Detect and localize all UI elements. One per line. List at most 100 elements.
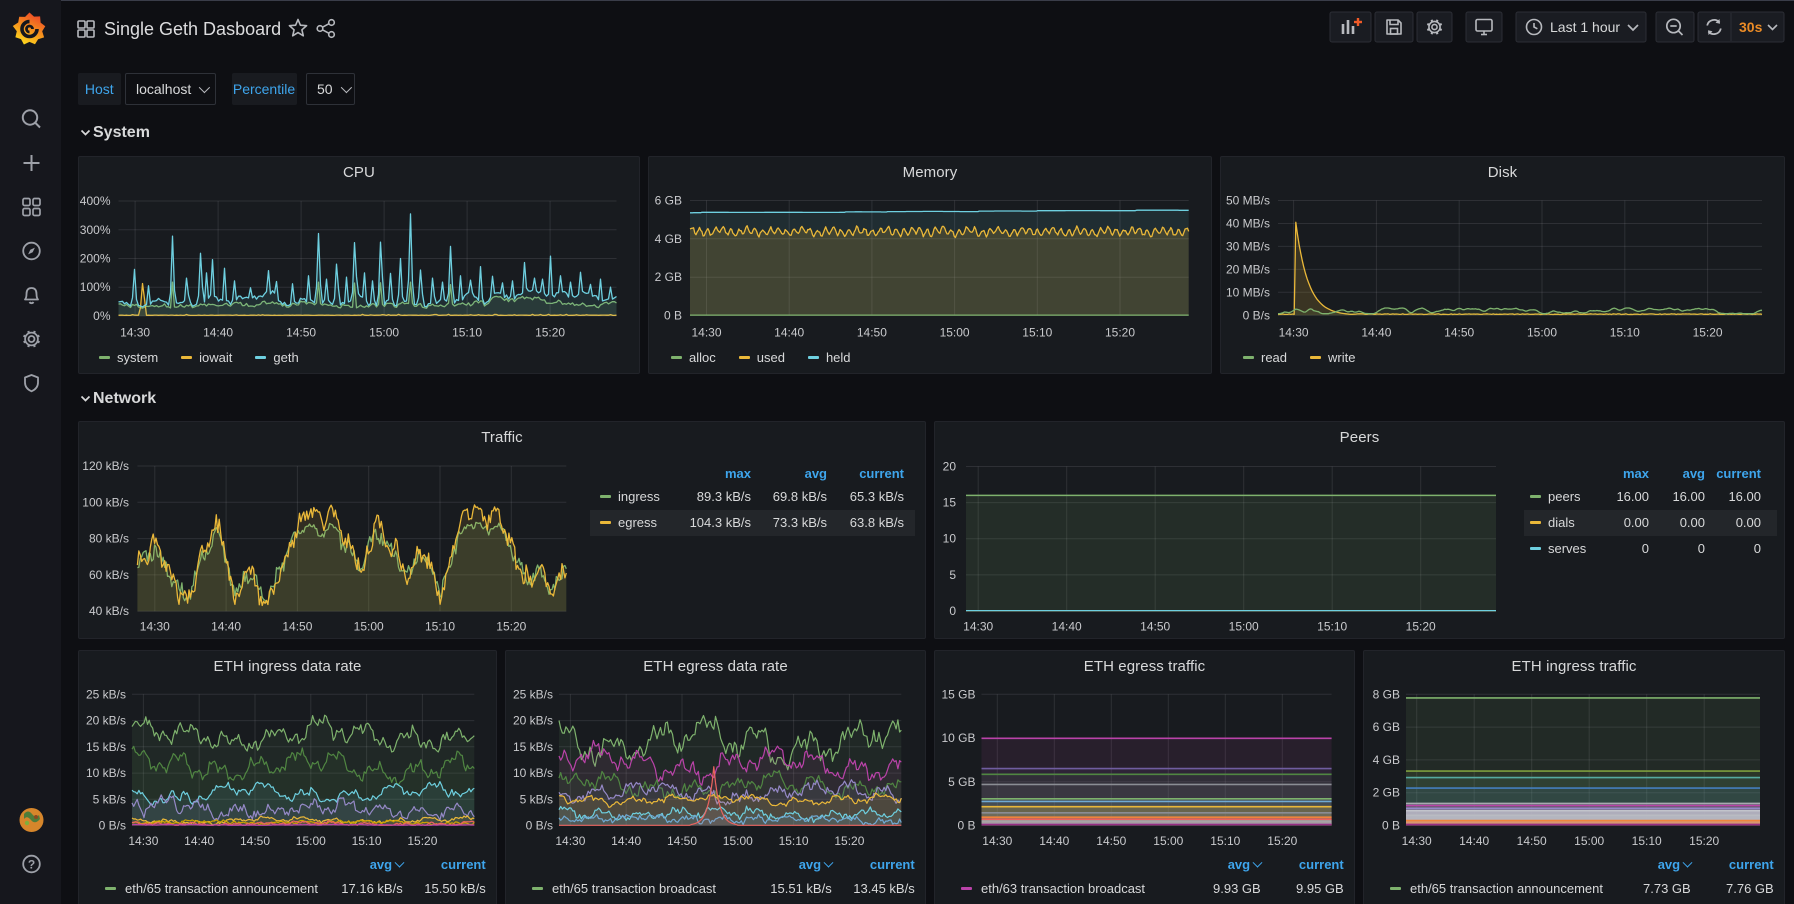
svg-text:0%: 0% (93, 309, 111, 323)
svg-text:0 B: 0 B (957, 819, 975, 833)
svg-text:5 GB: 5 GB (948, 775, 975, 789)
svg-text:15:10: 15:10 (1022, 326, 1052, 340)
svg-text:25 kB/s: 25 kB/s (86, 687, 126, 701)
svg-text:20 kB/s: 20 kB/s (513, 714, 553, 728)
svg-text:20 MB/s: 20 MB/s (1226, 262, 1270, 276)
svg-text:14:50: 14:50 (286, 326, 316, 340)
svg-text:15:20: 15:20 (496, 620, 526, 634)
svg-text:10 kB/s: 10 kB/s (513, 766, 553, 780)
svg-text:15:20: 15:20 (407, 834, 437, 848)
svg-text:5 kB/s: 5 kB/s (520, 792, 553, 806)
svg-text:15:10: 15:10 (425, 620, 455, 634)
svg-text:15:00: 15:00 (940, 326, 970, 340)
svg-text:15:00: 15:00 (354, 620, 384, 634)
svg-text:15:10: 15:10 (452, 326, 482, 340)
svg-text:14:40: 14:40 (1039, 834, 1069, 848)
svg-text:4 GB: 4 GB (655, 232, 682, 246)
svg-text:0 B/s: 0 B/s (99, 819, 126, 833)
svg-text:15:10: 15:10 (779, 834, 809, 848)
svg-text:15 GB: 15 GB (941, 687, 975, 701)
svg-text:14:40: 14:40 (1052, 620, 1082, 634)
svg-text:14:40: 14:40 (203, 326, 233, 340)
svg-text:120 kB/s: 120 kB/s (82, 459, 129, 473)
svg-text:15:00: 15:00 (369, 326, 399, 340)
svg-text:2 GB: 2 GB (1373, 786, 1400, 800)
svg-text:15:20: 15:20 (535, 326, 565, 340)
svg-text:14:50: 14:50 (1444, 326, 1474, 340)
svg-text:14:40: 14:40 (1361, 326, 1391, 340)
svg-text:15:20: 15:20 (1693, 326, 1723, 340)
svg-text:400%: 400% (80, 194, 111, 208)
svg-text:14:40: 14:40 (611, 834, 641, 848)
svg-text:14:30: 14:30 (1279, 326, 1309, 340)
svg-text:5: 5 (949, 568, 956, 582)
svg-text:15:10: 15:10 (352, 834, 382, 848)
svg-text:6 GB: 6 GB (655, 194, 682, 208)
svg-text:14:30: 14:30 (555, 834, 585, 848)
svg-text:14:30: 14:30 (128, 834, 158, 848)
svg-text:25 kB/s: 25 kB/s (513, 687, 553, 701)
svg-text:15:00: 15:00 (723, 834, 753, 848)
svg-text:20: 20 (943, 460, 957, 474)
svg-text:14:30: 14:30 (691, 326, 721, 340)
svg-text:15:00: 15:00 (1153, 834, 1183, 848)
svg-text:14:50: 14:50 (240, 834, 270, 848)
svg-text:14:50: 14:50 (857, 326, 887, 340)
svg-text:80 kB/s: 80 kB/s (89, 532, 129, 546)
svg-text:14:30: 14:30 (120, 326, 150, 340)
svg-text:14:30: 14:30 (1402, 834, 1432, 848)
svg-text:15:20: 15:20 (834, 834, 864, 848)
svg-text:15:00: 15:00 (1574, 834, 1604, 848)
svg-text:2 GB: 2 GB (655, 270, 682, 284)
svg-text:15:20: 15:20 (1689, 834, 1719, 848)
svg-text:14:50: 14:50 (1517, 834, 1547, 848)
svg-text:14:50: 14:50 (282, 620, 312, 634)
svg-text:0 B/s: 0 B/s (526, 819, 553, 833)
svg-text:14:40: 14:40 (1459, 834, 1489, 848)
svg-text:15:20: 15:20 (1267, 834, 1297, 848)
svg-text:5 kB/s: 5 kB/s (93, 792, 126, 806)
svg-text:10 kB/s: 10 kB/s (86, 766, 126, 780)
svg-text:15:00: 15:00 (296, 834, 326, 848)
svg-text:20 kB/s: 20 kB/s (86, 714, 126, 728)
svg-text:40 kB/s: 40 kB/s (89, 604, 129, 618)
svg-text:200%: 200% (80, 252, 111, 266)
svg-text:0 B: 0 B (664, 309, 682, 323)
svg-text:15:20: 15:20 (1105, 326, 1135, 340)
svg-text:15:10: 15:10 (1632, 834, 1662, 848)
svg-text:100%: 100% (80, 280, 111, 294)
svg-text:100 kB/s: 100 kB/s (82, 495, 129, 509)
svg-text:10: 10 (943, 532, 957, 546)
svg-text:14:50: 14:50 (667, 834, 697, 848)
svg-text:50 MB/s: 50 MB/s (1226, 194, 1270, 208)
svg-text:60 kB/s: 60 kB/s (89, 568, 129, 582)
svg-text:14:40: 14:40 (184, 834, 214, 848)
svg-text:0 B/s: 0 B/s (1243, 308, 1270, 322)
svg-text:6 GB: 6 GB (1373, 720, 1400, 734)
svg-text:15 kB/s: 15 kB/s (513, 740, 553, 754)
svg-text:14:30: 14:30 (963, 620, 993, 634)
svg-text:15 kB/s: 15 kB/s (86, 740, 126, 754)
svg-text:15:00: 15:00 (1527, 326, 1557, 340)
svg-text:0: 0 (949, 604, 956, 618)
svg-text:0 B: 0 B (1382, 819, 1400, 833)
svg-text:30 MB/s: 30 MB/s (1226, 239, 1270, 253)
svg-text:15:10: 15:10 (1610, 326, 1640, 340)
svg-text:15:10: 15:10 (1210, 834, 1240, 848)
svg-text:14:40: 14:40 (211, 620, 241, 634)
svg-text:4 GB: 4 GB (1373, 753, 1400, 767)
svg-text:10 MB/s: 10 MB/s (1226, 285, 1270, 299)
svg-text:15:00: 15:00 (1229, 620, 1259, 634)
svg-text:14:30: 14:30 (982, 834, 1012, 848)
svg-text:15:10: 15:10 (1317, 620, 1347, 634)
svg-text:14:30: 14:30 (140, 620, 170, 634)
svg-text:14:50: 14:50 (1096, 834, 1126, 848)
svg-text:14:40: 14:40 (774, 326, 804, 340)
svg-text:10 GB: 10 GB (941, 731, 975, 745)
svg-text:300%: 300% (80, 223, 111, 237)
svg-text:14:50: 14:50 (1140, 620, 1170, 634)
svg-text:8 GB: 8 GB (1373, 687, 1400, 701)
svg-text:15:20: 15:20 (1406, 620, 1436, 634)
svg-text:40 MB/s: 40 MB/s (1226, 217, 1270, 231)
svg-text:15: 15 (943, 496, 957, 510)
